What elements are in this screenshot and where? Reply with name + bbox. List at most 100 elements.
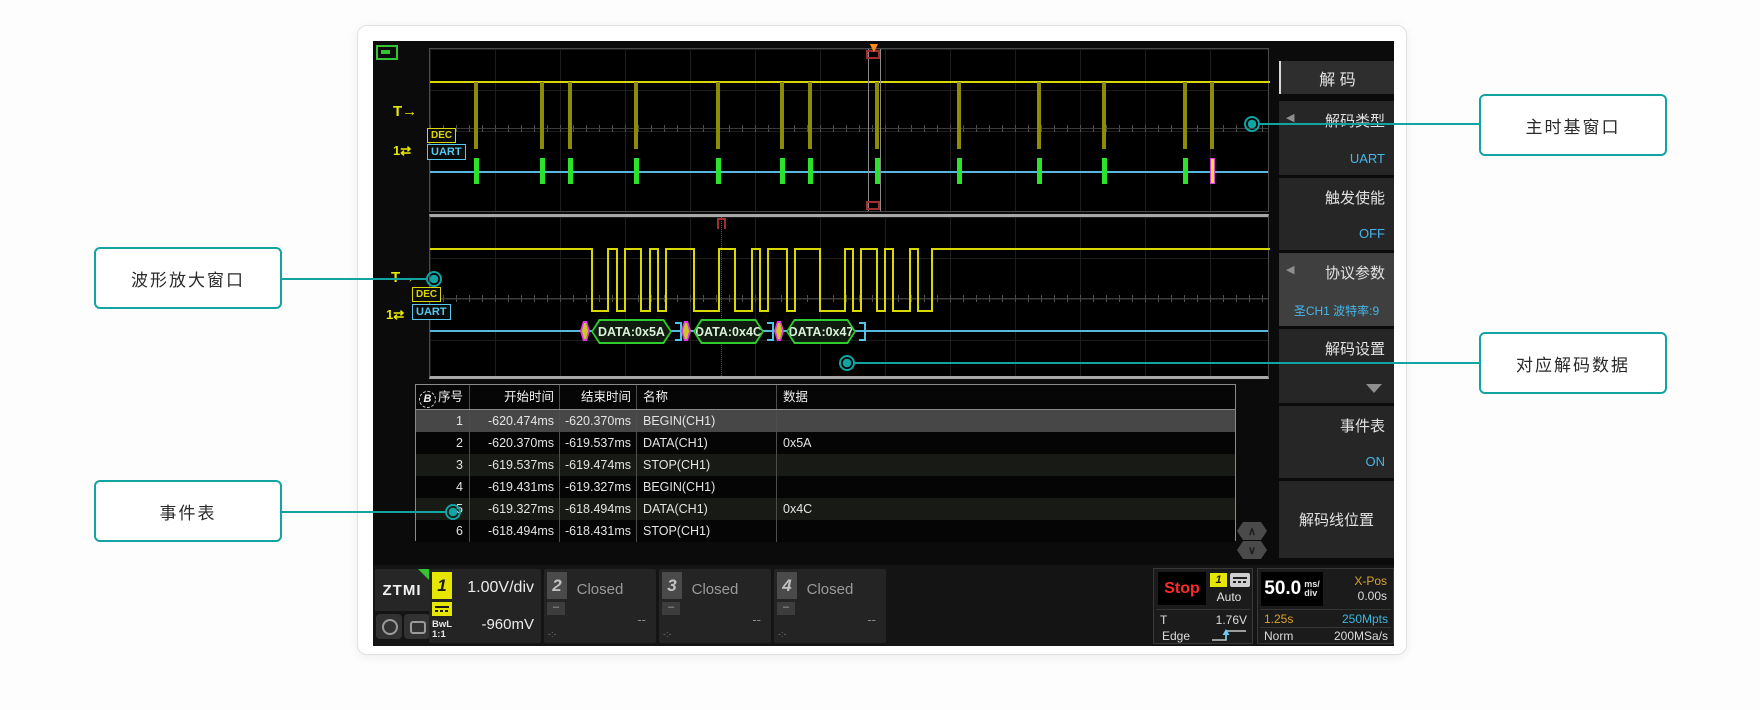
trigger-source-badge: 1 bbox=[1210, 573, 1227, 587]
dec-label-zoom: DEC bbox=[412, 287, 441, 302]
trigger-coupling-icon bbox=[1230, 573, 1250, 587]
ch1-waveform-zoom bbox=[430, 217, 1270, 376]
bus-icon: B bbox=[419, 391, 436, 408]
dc-coupling-icon bbox=[432, 602, 452, 616]
menu-title: 解 码 bbox=[1279, 61, 1394, 94]
menu-item-decode-line-position[interactable]: 解码线位置 bbox=[1279, 481, 1394, 558]
callout-line bbox=[282, 278, 428, 280]
table-row[interactable]: 6 -618.494ms -618.431ms STOP(CH1) bbox=[416, 520, 1235, 542]
ch3-value: -- bbox=[752, 612, 761, 627]
trigger-level-marker-main[interactable]: T→ bbox=[393, 103, 417, 120]
table-row[interactable]: 4 -619.431ms -619.327ms BEGIN(CH1) bbox=[416, 476, 1235, 498]
ch2-state: Closed bbox=[544, 581, 656, 598]
ch3-state: Closed bbox=[659, 581, 771, 598]
callout-event-table: 事件表 bbox=[94, 480, 282, 542]
ch2-sub: -:- bbox=[548, 629, 557, 639]
ch3-minus-badge: – bbox=[662, 602, 680, 615]
event-table-header: B序号 开始时间 结束时间 名称 数据 bbox=[416, 385, 1235, 410]
zoom-region-left-edge[interactable] bbox=[868, 49, 869, 211]
channel-marker-main: 1⇄ bbox=[393, 143, 411, 159]
ch1-waveform-main bbox=[430, 81, 1270, 83]
callout-decode-data: 对应解码数据 bbox=[1479, 332, 1667, 394]
rising-edge-icon bbox=[1210, 628, 1248, 643]
page: ▼ T→ DEC 1⇄ UART ▼ ▽ DATA:0x5A bbox=[0, 0, 1760, 710]
ch1-volts-per-div: 1.00V/div bbox=[467, 579, 534, 597]
callout-zoom-window: 波形放大窗口 bbox=[94, 247, 282, 309]
zoom-window: DATA:0x5A DATA:0x4C DATA:0x47 bbox=[429, 214, 1269, 379]
callout-dot bbox=[1244, 116, 1260, 132]
ch1-badge: 1 bbox=[432, 572, 452, 599]
ch4-sub: -:- bbox=[778, 629, 787, 639]
trigger-level-label: T bbox=[1160, 613, 1167, 627]
acquire-mode: Norm bbox=[1264, 629, 1293, 643]
trigger-sweep-mode: Auto bbox=[1206, 590, 1252, 604]
decode-line-main bbox=[430, 171, 1268, 173]
menu-item-decode-settings[interactable]: 解码设置 bbox=[1279, 329, 1394, 403]
gesture-icon-button[interactable] bbox=[404, 614, 430, 639]
left-arrow-icon: ◀ bbox=[1286, 263, 1294, 276]
table-row[interactable]: 5 -619.327ms -618.494ms DATA(CH1) 0x4C bbox=[416, 498, 1235, 520]
uart-stop-marker-icon bbox=[859, 322, 866, 341]
xpos-label: X-Pos bbox=[1354, 574, 1387, 588]
decode-data-box: DATA:0x4C bbox=[693, 319, 764, 344]
trigger-panel[interactable]: Stop 1 Auto T 1.76V Edge bbox=[1153, 568, 1253, 644]
callout-line bbox=[282, 511, 447, 513]
oscilloscope-screen: ▼ T→ DEC 1⇄ UART ▼ ▽ DATA:0x5A bbox=[373, 41, 1394, 646]
ch1-offset: -960mV bbox=[481, 616, 534, 633]
channel3-block[interactable]: 3 – Closed -- -:- bbox=[659, 569, 771, 643]
window-span: 1.25s bbox=[1264, 612, 1293, 626]
ch2-minus-badge: – bbox=[547, 602, 565, 615]
timebase-panel[interactable]: 50.0 ms/div X-Pos 0.00s 1.25s 250Mpts No… bbox=[1257, 568, 1394, 644]
touch-icon-button[interactable] bbox=[376, 614, 402, 639]
channel1-block[interactable]: 1 BwL1:1 1.00V/div -960mV bbox=[429, 569, 541, 643]
ch1-bandwidth: BwL1:1 bbox=[432, 620, 452, 640]
dropdown-arrow-icon bbox=[1366, 384, 1382, 393]
decode-data-box: DATA:0x47 bbox=[786, 319, 856, 344]
event-table: B序号 开始时间 结束时间 名称 数据 1 -620.474ms -620.37… bbox=[415, 384, 1236, 541]
dec-label-main: DEC bbox=[427, 128, 456, 143]
zoom-region-bottom-bracket-icon bbox=[866, 201, 880, 210]
decode-data-box: DATA:0x5A bbox=[591, 319, 672, 344]
ch4-value: -- bbox=[867, 612, 876, 627]
table-row[interactable]: 2 -620.370ms -619.537ms DATA(CH1) 0x5A bbox=[416, 432, 1235, 454]
channel-marker-zoom: 1⇄ bbox=[386, 307, 404, 323]
scroll-down-button[interactable]: ∨ bbox=[1237, 541, 1267, 559]
channel2-block[interactable]: 2 – Closed -- -:- bbox=[544, 569, 656, 643]
uart-label-zoom: UART bbox=[412, 304, 451, 320]
trigger-position-icon-main[interactable]: ▼ bbox=[867, 41, 881, 54]
main-timebase-window bbox=[429, 48, 1269, 212]
callout-line bbox=[853, 362, 1479, 364]
ch4-minus-badge: – bbox=[777, 602, 795, 615]
run-stop-state[interactable]: Stop bbox=[1158, 572, 1206, 605]
uart-stop-marker-icon bbox=[675, 322, 682, 341]
ch4-state: Closed bbox=[774, 581, 886, 598]
scope-mode-icon bbox=[376, 45, 398, 60]
table-row[interactable]: 1 -620.474ms -620.370ms BEGIN(CH1) bbox=[416, 410, 1235, 432]
menu-item-trigger-enable[interactable]: 触发使能 OFF bbox=[1279, 178, 1394, 250]
callout-line bbox=[1258, 123, 1479, 125]
brand-logo: ZTMI bbox=[375, 569, 429, 611]
trigger-level-value: 1.76V bbox=[1216, 613, 1247, 627]
xpos-value: 0.00s bbox=[1358, 589, 1387, 603]
channel4-block[interactable]: 4 – Closed -- -:- bbox=[774, 569, 886, 643]
menu-item-decode-type[interactable]: ◀ 解码类型 UART bbox=[1279, 101, 1394, 175]
menu-item-protocol-params[interactable]: ◀ 协议参数 圣CH1 波特率:9 bbox=[1279, 253, 1394, 326]
callout-dot bbox=[426, 271, 442, 287]
scroll-up-button[interactable]: ∧ bbox=[1237, 522, 1267, 540]
callout-dot bbox=[839, 355, 855, 371]
zoom-region-right-edge[interactable] bbox=[880, 49, 881, 211]
uart-stop-marker-icon bbox=[767, 322, 774, 341]
callout-dot bbox=[445, 504, 461, 520]
main-center-tickline bbox=[430, 125, 1268, 132]
timebase-scale: 50.0 ms/div bbox=[1261, 572, 1323, 606]
ch2-value: -- bbox=[637, 612, 646, 627]
uart-label-main: UART bbox=[427, 144, 466, 160]
callout-main-timebase: 主时基窗口 bbox=[1479, 94, 1667, 156]
trigger-type: Edge bbox=[1162, 629, 1190, 643]
menu-item-event-table[interactable]: 事件表 ON bbox=[1279, 406, 1394, 478]
sample-rate: 200MSa/s bbox=[1334, 629, 1388, 643]
status-bar: ZTMI 1 BwL1:1 1.00V/div -960mV 2 – Close… bbox=[373, 565, 1394, 646]
ch3-sub: -:- bbox=[663, 629, 672, 639]
table-row[interactable]: 3 -619.537ms -619.474ms STOP(CH1) bbox=[416, 454, 1235, 476]
memory-depth: 250Mpts bbox=[1342, 612, 1388, 626]
